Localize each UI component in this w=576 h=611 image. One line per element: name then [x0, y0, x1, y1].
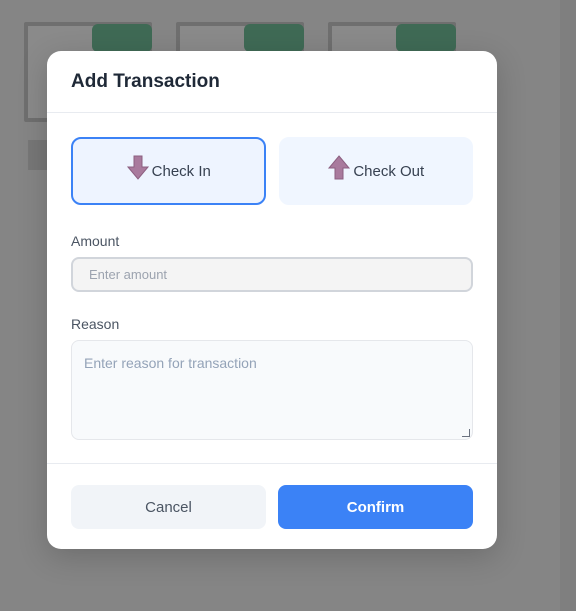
modal-title: Add Transaction	[71, 70, 220, 92]
arrow-up-icon	[327, 155, 351, 181]
amount-input[interactable]: Enter amount	[71, 257, 473, 292]
amount-placeholder: Enter amount	[89, 267, 168, 282]
amount-label: Amount	[71, 233, 120, 249]
arrow-down-icon	[126, 155, 150, 181]
reason-placeholder: Enter reason for transaction	[84, 355, 257, 371]
resize-handle-icon[interactable]	[462, 429, 470, 437]
modal-footer: Cancel Confirm	[47, 463, 497, 549]
reason-label: Reason	[71, 316, 120, 332]
confirm-button[interactable]: Confirm	[278, 485, 473, 529]
check-in-button[interactable]: Check In	[71, 137, 266, 205]
check-out-button[interactable]: Check Out	[278, 137, 473, 205]
add-transaction-modal: Add Transaction Check In Check Out Amoun…	[47, 51, 497, 549]
cancel-button[interactable]: Cancel	[71, 485, 266, 529]
modal-body: Check In Check Out Amount Enter amount R…	[47, 113, 497, 440]
check-out-label: Check Out	[353, 162, 425, 180]
transaction-type-selector: Check In Check Out	[71, 137, 473, 205]
check-in-label: Check In	[151, 162, 211, 180]
modal-header: Add Transaction	[47, 51, 497, 113]
reason-textarea[interactable]: Enter reason for transaction	[71, 340, 473, 440]
